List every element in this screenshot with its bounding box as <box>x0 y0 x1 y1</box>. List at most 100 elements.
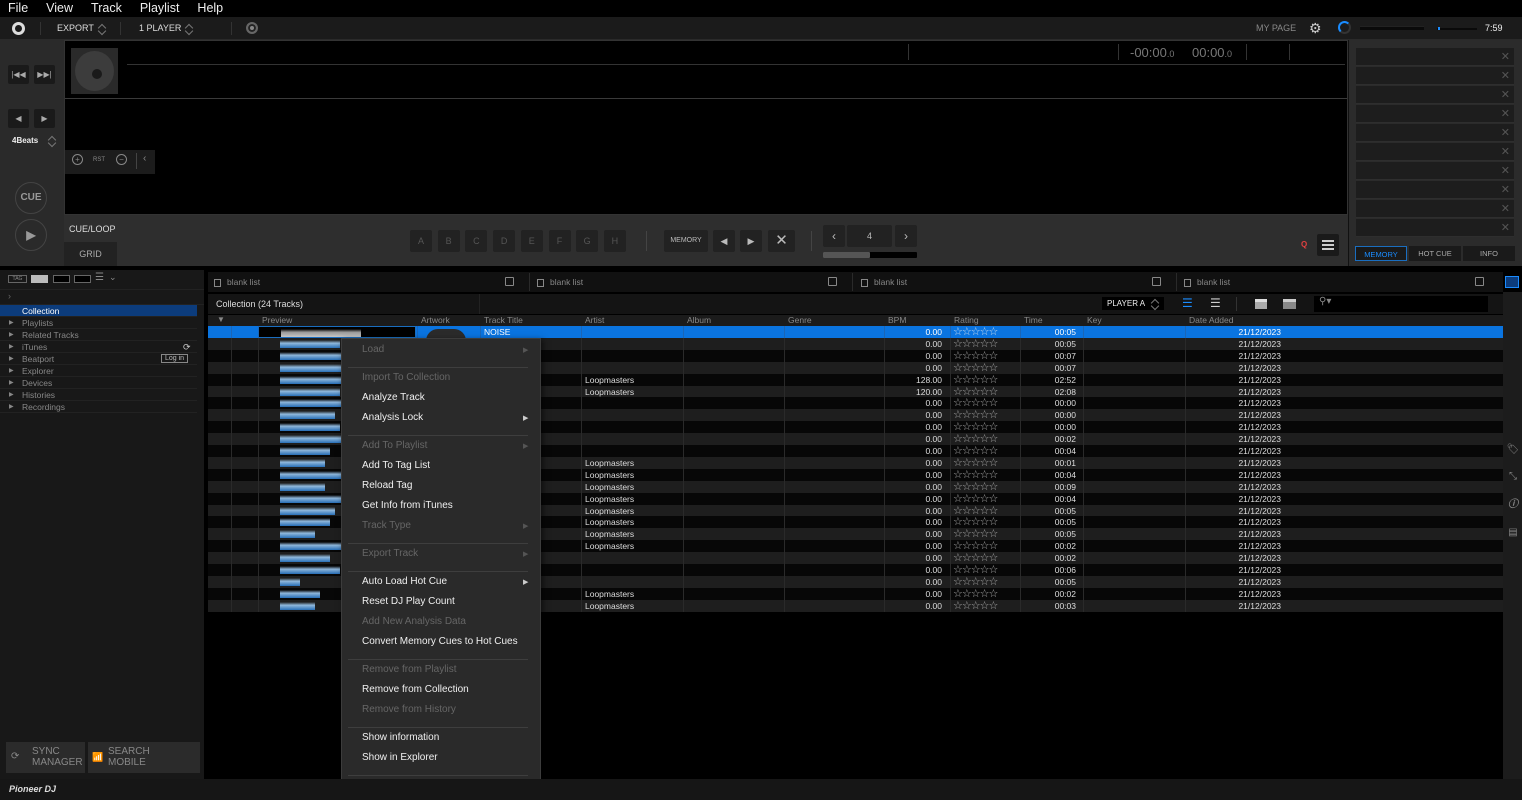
hot-cue-button-g[interactable]: G <box>576 230 599 252</box>
list-menu-icon[interactable] <box>828 277 837 286</box>
tab-info[interactable]: INFO <box>1463 246 1515 261</box>
menu-item-reload-tag[interactable]: Reload Tag <box>362 480 412 491</box>
tab-hot-cue[interactable]: HOT CUE <box>1409 246 1461 261</box>
memory-slot[interactable]: ✕ <box>1356 143 1514 161</box>
browser-layout-icon[interactable] <box>1505 276 1519 288</box>
rating-stars[interactable]: ☆☆☆☆☆ <box>953 457 1019 469</box>
hot-cue-button-f[interactable]: F <box>548 230 571 252</box>
loop-halve-button[interactable]: ‹ <box>823 225 845 247</box>
search-input[interactable]: ⚲▾ <box>1314 296 1488 312</box>
chevron-down-icon[interactable]: ⌄ <box>109 272 117 283</box>
rating-stars[interactable]: ☆☆☆☆☆ <box>953 540 1019 552</box>
table-row[interactable]: NOISE 0.00 00:05 21/12/2023 ☆☆☆☆☆ <box>208 326 1503 338</box>
hot-cue-button-c[interactable]: C <box>465 230 488 252</box>
sidebar-item-related-tracks[interactable]: ▶ Related Tracks <box>0 329 197 341</box>
zoom-reset-button[interactable]: RST <box>93 157 105 163</box>
blank-list-tab[interactable]: blank list <box>861 274 907 290</box>
refresh-icon[interactable]: ⟳ <box>183 341 191 353</box>
close-icon[interactable]: ✕ <box>1501 221 1510 234</box>
close-icon[interactable]: ✕ <box>1501 69 1510 82</box>
rating-stars[interactable]: ☆☆☆☆☆ <box>953 469 1019 481</box>
expand-arrow-icon[interactable]: ▶ <box>9 317 14 329</box>
column-header-bpm[interactable]: BPM <box>888 315 906 326</box>
close-icon[interactable]: ✕ <box>1501 126 1510 139</box>
hot-cue-button-d[interactable]: D <box>493 230 516 252</box>
menu-item-analysis-lock[interactable]: Analysis Lock <box>362 412 423 423</box>
track-search-back-button[interactable]: |◀◀ <box>8 65 29 84</box>
column-header-preview[interactable]: Preview <box>262 315 292 326</box>
menu-item-convert-memory-cues-to-hot-cues[interactable]: Convert Memory Cues to Hot Cues <box>362 636 518 647</box>
memory-slot[interactable]: ✕ <box>1356 162 1514 180</box>
close-icon[interactable]: ✕ <box>1501 107 1510 120</box>
gear-icon[interactable]: ⚙ <box>1309 20 1322 36</box>
rating-stars[interactable]: ☆☆☆☆☆ <box>953 326 1019 338</box>
login-button[interactable]: Log in <box>161 354 189 363</box>
player-mode-selector[interactable]: 1 PLAYER <box>139 17 193 40</box>
expand-arrow-icon[interactable]: ▶ <box>9 401 14 413</box>
menu-item-show-information[interactable]: Show information <box>362 732 439 743</box>
info-icon[interactable]: ⓘ <box>1505 497 1521 513</box>
memory-slot[interactable]: ✕ <box>1356 200 1514 218</box>
sidebar-item-devices[interactable]: ▶ Devices <box>0 377 197 389</box>
tab-cue-loop[interactable]: CUE/LOOP <box>69 224 116 234</box>
rekordbox-logo-icon[interactable] <box>12 22 25 35</box>
chevron-right-icon[interactable]: › <box>8 291 11 301</box>
sidebar-item-recordings[interactable]: ▶ Recordings <box>0 401 197 413</box>
close-icon[interactable]: ✕ <box>1501 50 1510 63</box>
tag-icon[interactable]: 🏷 <box>1505 442 1521 458</box>
preview-waveform[interactable] <box>258 326 416 338</box>
volume-slider[interactable] <box>1437 27 1477 30</box>
list-view-icon[interactable]: ☰ <box>95 272 104 283</box>
related-tracks-icon[interactable]: ⤡ <box>1505 469 1521 485</box>
blank-list-tab[interactable]: blank list <box>214 274 260 290</box>
memory-slot[interactable]: ✕ <box>1356 86 1514 104</box>
layout-toggle-1[interactable] <box>31 275 48 283</box>
column-header-artwork[interactable]: Artwork <box>421 315 450 326</box>
menu-item-show-in-explorer[interactable]: Show in Explorer <box>362 752 438 763</box>
column-header-rating[interactable]: Rating <box>954 315 979 326</box>
expand-arrow-icon[interactable]: ▶ <box>9 329 14 341</box>
menu-help[interactable]: Help <box>188 0 232 17</box>
sidebar-item-itunes[interactable]: ▶ iTunes ⟳ <box>0 341 197 353</box>
rating-stars[interactable]: ☆☆☆☆☆ <box>953 552 1019 564</box>
rating-stars[interactable]: ☆☆☆☆☆ <box>953 350 1019 362</box>
expand-arrow-icon[interactable]: ▶ <box>9 365 14 377</box>
rating-stars[interactable]: ☆☆☆☆☆ <box>953 374 1019 386</box>
sidebar-item-beatport[interactable]: ▶ Beatport Log in <box>0 353 197 365</box>
menu-item-add-to-tag-list[interactable]: Add To Tag List <box>362 460 430 471</box>
blank-list-tab[interactable]: blank list <box>537 274 583 290</box>
rating-stars[interactable]: ☆☆☆☆☆ <box>953 576 1019 588</box>
list-menu-icon[interactable] <box>505 277 514 286</box>
beat-jump-forward-button[interactable]: ▶ <box>34 109 55 128</box>
column-header-track-title[interactable]: Track Title <box>484 315 523 326</box>
expand-arrow-icon[interactable]: ▶ <box>9 341 14 353</box>
beat-jump-size[interactable]: 4Beats <box>12 136 38 145</box>
expand-arrow-icon[interactable]: ▶ <box>9 389 14 401</box>
rating-stars[interactable]: ☆☆☆☆☆ <box>953 528 1019 540</box>
zoom-in-icon[interactable]: + <box>72 154 83 165</box>
close-icon[interactable]: ✕ <box>1501 183 1510 196</box>
close-icon[interactable]: ✕ <box>1501 164 1510 177</box>
record-icon[interactable] <box>246 22 258 34</box>
blank-list-tab[interactable]: blank list <box>1184 274 1230 290</box>
tab-grid[interactable]: GRID <box>64 242 117 266</box>
memory-slot[interactable]: ✕ <box>1356 219 1514 237</box>
menu-item-auto-load-hot-cue[interactable]: Auto Load Hot Cue <box>362 576 447 587</box>
menu-item-reset-dj-play-count[interactable]: Reset DJ Play Count <box>362 596 455 607</box>
mode-selector[interactable]: EXPORT <box>57 17 106 40</box>
menu-item-get-info-from-itunes[interactable]: Get Info from iTunes <box>362 500 453 511</box>
rating-stars[interactable]: ☆☆☆☆☆ <box>953 433 1019 445</box>
delete-memory-icon[interactable]: ✕ <box>768 230 795 252</box>
menu-view[interactable]: View <box>37 0 82 17</box>
memory-next-button[interactable]: ▶ <box>740 230 762 252</box>
menu-track[interactable]: Track <box>82 0 131 17</box>
rating-stars[interactable]: ☆☆☆☆☆ <box>953 445 1019 457</box>
rating-stars[interactable]: ☆☆☆☆☆ <box>953 516 1019 528</box>
hot-cue-button-a[interactable]: A <box>410 230 432 252</box>
list-menu-icon[interactable] <box>1475 277 1484 286</box>
memory-button[interactable]: MEMORY <box>664 230 708 252</box>
menu-item-remove-from-collection[interactable]: Remove from Collection <box>362 684 469 695</box>
hot-cue-button-b[interactable]: B <box>437 230 460 252</box>
rating-stars[interactable]: ☆☆☆☆☆ <box>953 505 1019 517</box>
column-header-genre[interactable]: Genre <box>788 315 812 326</box>
